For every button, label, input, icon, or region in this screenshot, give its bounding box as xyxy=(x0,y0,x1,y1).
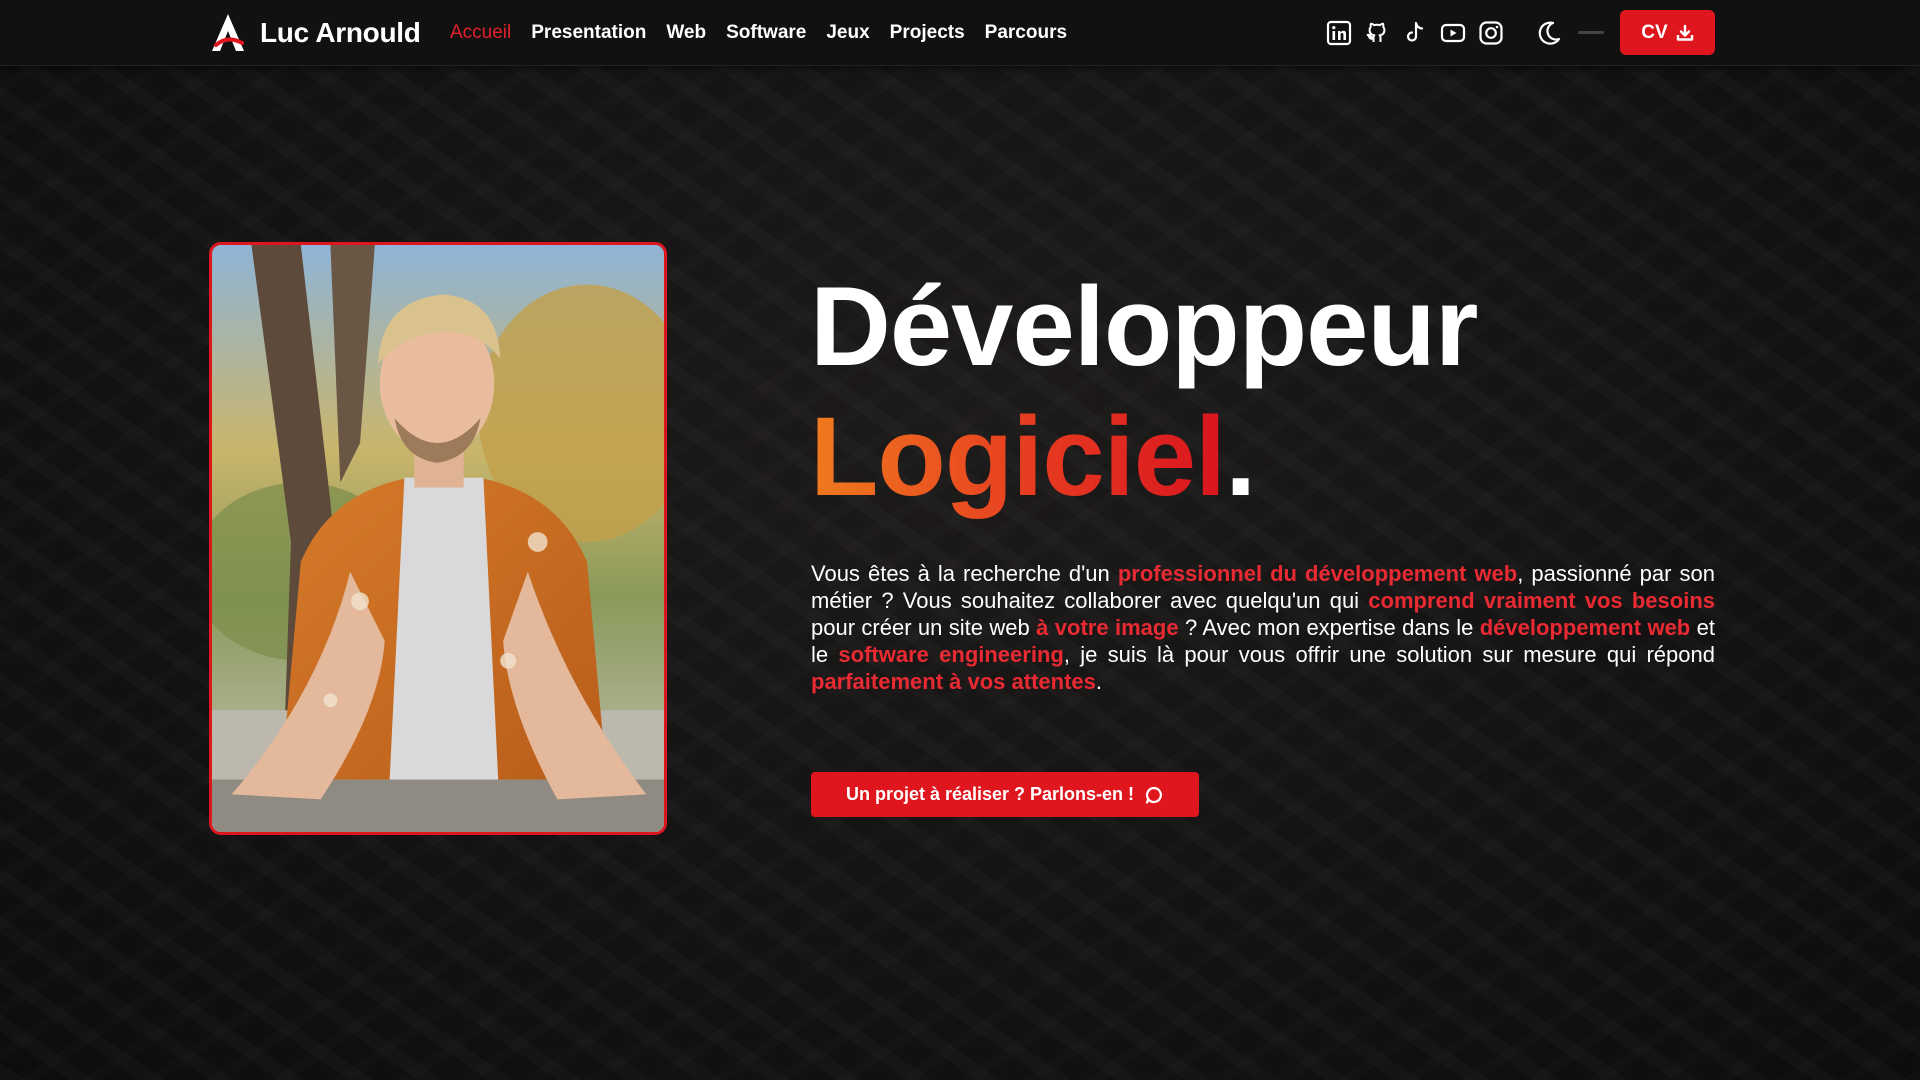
intro-highlight: à votre image xyxy=(1036,615,1179,640)
intro-text: Vous êtes à la recherche d'un xyxy=(811,561,1118,586)
hero-title-line2: Logiciel. xyxy=(810,392,1256,522)
nav-link-jeux[interactable]: Jeux xyxy=(826,22,869,44)
nav-link-projects[interactable]: Projects xyxy=(890,22,965,44)
chat-bubble-icon xyxy=(1145,786,1162,804)
instagram-icon[interactable] xyxy=(1478,20,1504,46)
download-icon xyxy=(1676,24,1693,41)
social-links xyxy=(1326,0,1504,66)
cv-download-button[interactable]: CV xyxy=(1620,10,1715,55)
intro-text: . xyxy=(1095,669,1102,694)
cv-button-label: CV xyxy=(1641,21,1668,43)
github-icon[interactable] xyxy=(1364,20,1390,46)
language-switch-placeholder[interactable] xyxy=(1578,31,1604,34)
nav-link-software[interactable]: Software xyxy=(726,22,806,44)
intro-highlight: professionnel du développement web xyxy=(1117,561,1518,586)
profile-photo xyxy=(209,242,667,835)
hero-title-dot: . xyxy=(1225,394,1256,519)
brand[interactable]: Luc Arnould xyxy=(206,10,421,56)
intro-highlight: parfaitement à vos attentes xyxy=(811,669,1096,694)
nav-link-web[interactable]: Web xyxy=(666,22,706,44)
nav-link-accueil[interactable]: Accueil xyxy=(450,22,511,44)
tiktok-icon[interactable] xyxy=(1402,20,1428,46)
linkedin-icon[interactable] xyxy=(1326,20,1352,46)
intro-highlight: développement web xyxy=(1479,615,1691,640)
intro-highlight: comprend vraiment vos besoins xyxy=(1368,588,1715,613)
moon-icon[interactable] xyxy=(1535,19,1563,47)
nav-link-presentation[interactable]: Presentation xyxy=(531,22,646,44)
brand-name: Luc Arnould xyxy=(260,17,421,48)
intro-text: ? Avec mon expertise dans le xyxy=(1178,615,1480,640)
intro-text: pour créer un site web xyxy=(811,615,1037,640)
navbar: Luc Arnould Accueil Presentation Web Sof… xyxy=(0,0,1920,66)
cta-label: Un projet à réaliser ? Parlons-en ! xyxy=(845,784,1135,804)
intro-text: , je suis là pour vous offrir une soluti… xyxy=(1063,642,1715,667)
nav-link-parcours[interactable]: Parcours xyxy=(985,22,1067,44)
youtube-icon[interactable] xyxy=(1440,20,1466,46)
hero-title-highlight: Logiciel xyxy=(810,394,1226,519)
main-nav: Accueil Presentation Web Software Jeux P… xyxy=(450,0,1067,66)
intro-highlight: software engineering xyxy=(838,642,1064,667)
contact-cta-button[interactable]: Un projet à réaliser ? Parlons-en ! xyxy=(811,772,1199,817)
a-logo-icon xyxy=(212,14,244,51)
hero-title-line1: Développeur xyxy=(810,264,1478,389)
hero-intro-paragraph: Vous êtes à la recherche d'un profession… xyxy=(811,560,1715,695)
